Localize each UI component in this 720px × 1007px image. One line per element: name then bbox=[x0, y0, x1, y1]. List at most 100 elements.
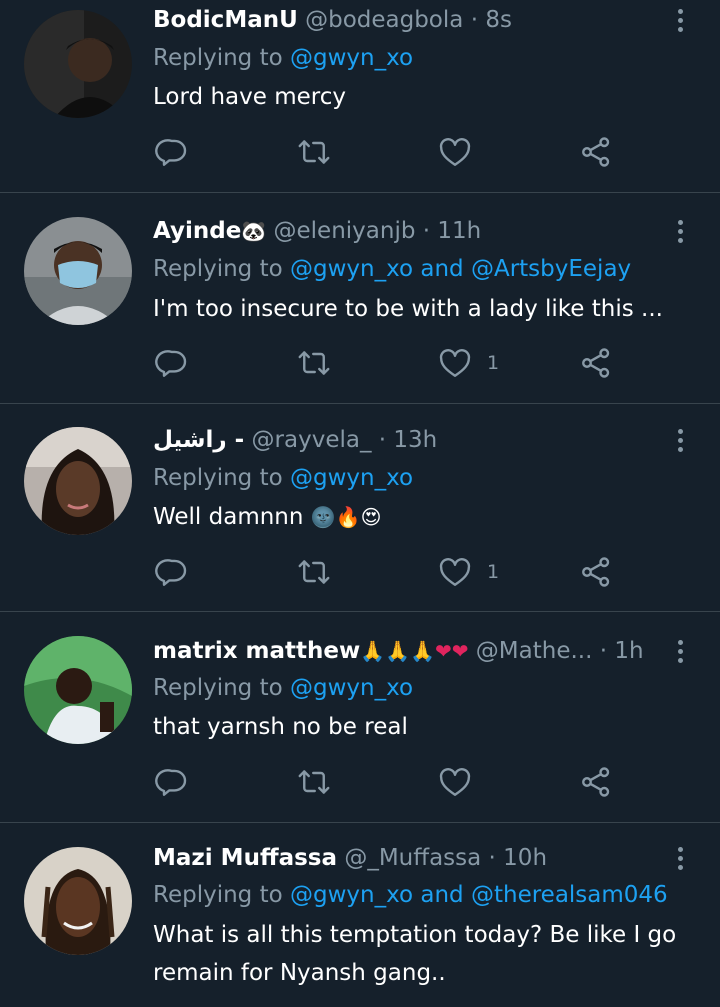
author-handle[interactable]: @eleniyanjb bbox=[274, 218, 416, 244]
share-button[interactable] bbox=[578, 762, 614, 802]
like-button[interactable] bbox=[437, 762, 473, 802]
avatar[interactable] bbox=[24, 427, 132, 535]
mention-link[interactable]: @gwyn_xo bbox=[290, 882, 413, 908]
tweet-text-content: Well damnnn bbox=[153, 504, 304, 530]
tweet-text-content: I'm too insecure to be with a lady like … bbox=[153, 296, 663, 322]
author-handle[interactable]: @bodeagbola bbox=[305, 7, 463, 33]
retweet-button[interactable] bbox=[296, 762, 332, 802]
like-count: 1 bbox=[487, 352, 500, 374]
author-handle[interactable]: @_Muffassa bbox=[344, 845, 481, 871]
tweet[interactable]: Mazi Muffassa @_Muffassa · 10h Replying … bbox=[0, 823, 720, 1007]
author-name[interactable]: Mazi Muffassa bbox=[153, 845, 337, 871]
share-button[interactable] bbox=[578, 552, 614, 592]
author-name[interactable]: Ayinde bbox=[153, 218, 241, 244]
retweet-button[interactable] bbox=[296, 343, 332, 383]
more-vertical-icon[interactable] bbox=[670, 840, 690, 876]
more-vertical-icon[interactable] bbox=[670, 2, 690, 38]
action-bar: 1 bbox=[153, 343, 633, 383]
share-icon bbox=[582, 767, 610, 797]
replying-to: Replying to @gwyn_xo bbox=[153, 460, 690, 496]
separator-dot: · bbox=[470, 7, 478, 33]
tweet-text: Well damnnn 🌚🔥😍 bbox=[153, 498, 680, 536]
like-button[interactable]: 1 bbox=[437, 343, 499, 383]
author-name[interactable]: راشيل - bbox=[153, 427, 244, 453]
heart-icon bbox=[439, 349, 471, 377]
retweet-icon bbox=[298, 560, 330, 584]
timestamp[interactable]: 13h bbox=[393, 427, 437, 453]
reply-icon bbox=[155, 139, 187, 166]
separator-dot: · bbox=[422, 218, 431, 244]
name-emoji: 🙏🙏🙏❤❤ bbox=[360, 639, 469, 663]
author-name[interactable]: BodicManU bbox=[153, 7, 298, 33]
share-button[interactable] bbox=[578, 343, 614, 383]
timestamp[interactable]: 1h bbox=[614, 638, 643, 664]
action-bar: 1 bbox=[153, 552, 633, 592]
tweet-text: Lord have mercy bbox=[153, 78, 680, 116]
timestamp[interactable]: 8s bbox=[485, 7, 512, 33]
replying-to-label: Replying to bbox=[153, 45, 283, 71]
share-icon bbox=[582, 557, 610, 587]
author-handle[interactable]: @Mathe... bbox=[476, 638, 593, 664]
avatar[interactable] bbox=[24, 217, 132, 325]
tweet-text: What is all this temptation today? Be li… bbox=[153, 916, 680, 992]
tweet-text: that yarnsh no be real bbox=[153, 708, 680, 746]
replying-to-label: Replying to bbox=[153, 256, 283, 282]
tweet-text-content: Lord have mercy bbox=[153, 84, 346, 110]
like-button[interactable]: 1 bbox=[437, 552, 499, 592]
more-vertical-icon[interactable] bbox=[670, 422, 690, 458]
tweet-emoji: 🌚🔥😍 bbox=[310, 505, 382, 529]
mention-link[interactable]: @therealsam046 bbox=[471, 882, 668, 908]
reply-icon bbox=[155, 350, 187, 377]
tweet[interactable]: Ayinde🐼 @eleniyanjb · 11h Replying to @g… bbox=[0, 193, 720, 404]
tweet[interactable]: راشيل - @rayvela_ · 13h Replying to @gwy… bbox=[0, 404, 720, 612]
name-emoji: 🐼 bbox=[241, 219, 267, 243]
heart-icon bbox=[439, 768, 471, 796]
retweet-icon bbox=[298, 140, 330, 164]
separator-dot: · bbox=[488, 845, 496, 871]
heart-icon bbox=[439, 558, 471, 586]
share-icon bbox=[582, 348, 610, 378]
replying-to: Replying to @gwyn_xo and @ArtsbyEejay bbox=[153, 251, 690, 287]
retweet-icon bbox=[298, 770, 330, 794]
mention-link[interactable]: @gwyn_xo bbox=[290, 675, 413, 701]
replying-to: Replying to @gwyn_xo bbox=[153, 670, 690, 706]
share-button[interactable] bbox=[578, 132, 614, 172]
replying-to: Replying to @gwyn_xo bbox=[153, 40, 690, 76]
avatar[interactable] bbox=[24, 10, 132, 118]
tweet-text-content: that yarnsh no be real bbox=[153, 714, 408, 740]
action-bar bbox=[153, 762, 633, 802]
like-button[interactable] bbox=[437, 132, 473, 172]
action-bar bbox=[153, 132, 633, 172]
reply-icon bbox=[155, 559, 187, 586]
retweet-button[interactable] bbox=[296, 552, 332, 592]
replying-to: Replying to @gwyn_xo and @therealsam046 bbox=[153, 877, 690, 913]
tweet-text: I'm too insecure to be with a lady like … bbox=[153, 290, 680, 328]
heart-icon bbox=[439, 138, 471, 166]
avatar[interactable] bbox=[24, 636, 132, 744]
author-handle[interactable]: @rayvela_ bbox=[252, 427, 372, 453]
mention-link[interactable]: @ArtsbyEejay bbox=[471, 256, 631, 282]
reply-button[interactable] bbox=[155, 762, 191, 802]
share-icon bbox=[582, 137, 610, 167]
mention-link[interactable]: @gwyn_xo bbox=[290, 256, 413, 282]
mention-link[interactable]: @gwyn_xo bbox=[290, 45, 413, 71]
author-name[interactable]: matrix matthew bbox=[153, 638, 360, 664]
separator-dot: · bbox=[378, 427, 387, 453]
reply-button[interactable] bbox=[155, 132, 191, 172]
reply-button[interactable] bbox=[155, 552, 191, 592]
replying-to-label: Replying to bbox=[153, 675, 283, 701]
timestamp[interactable]: 11h bbox=[437, 218, 481, 244]
tweet-text-content: What is all this temptation today? Be li… bbox=[153, 922, 677, 986]
tweet[interactable]: BodicManU @bodeagbola · 8s Replying to @… bbox=[0, 0, 720, 193]
mention-link[interactable]: @gwyn_xo bbox=[290, 465, 413, 491]
tweet[interactable]: matrix matthew🙏🙏🙏❤❤ @Mathe... · 1h Reply… bbox=[0, 612, 720, 823]
replying-to-label: Replying to bbox=[153, 465, 283, 491]
reply-button[interactable] bbox=[155, 343, 191, 383]
mention-joiner: and bbox=[420, 882, 464, 908]
more-vertical-icon[interactable] bbox=[670, 633, 690, 669]
timestamp[interactable]: 10h bbox=[503, 845, 547, 871]
more-vertical-icon[interactable] bbox=[670, 213, 690, 249]
retweet-button[interactable] bbox=[296, 132, 332, 172]
replying-to-label: Replying to bbox=[153, 882, 283, 908]
avatar[interactable] bbox=[24, 847, 132, 955]
